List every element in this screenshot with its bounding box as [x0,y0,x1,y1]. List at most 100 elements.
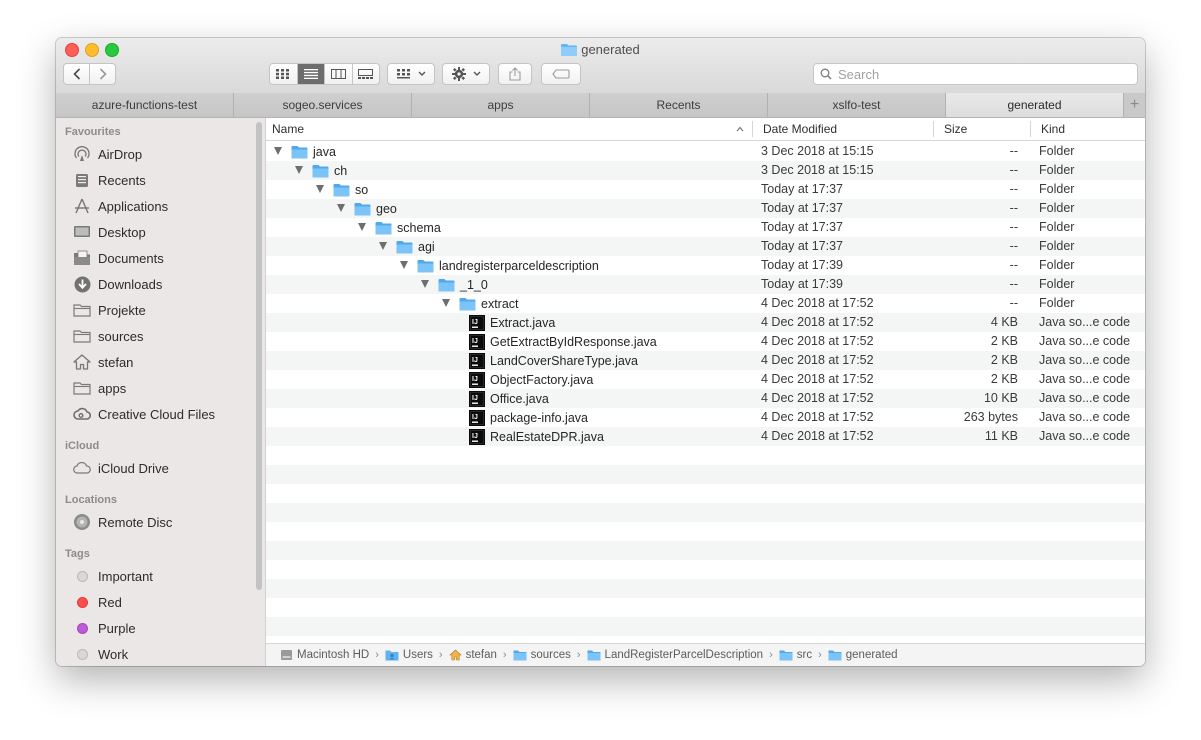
tab-generated[interactable]: generated [946,93,1124,117]
sidebar-tag-red[interactable]: Red [73,592,122,612]
table-row[interactable]: ch 3 Dec 2018 at 15:15 -- Folder [266,161,1145,180]
path-item[interactable]: sources [513,649,571,661]
new-tab-button[interactable]: + [1124,93,1145,117]
forward-button[interactable] [90,64,115,84]
table-row[interactable]: IJ Extract.java 4 Dec 2018 at 17:52 4 KB Jav… [266,313,1145,332]
recents-icon [73,171,91,189]
sidebar-item-label: Remote Disc [98,514,173,530]
sidebar-item-documents[interactable]: Documents [73,248,164,268]
sidebar-item-apps[interactable]: apps [73,378,126,398]
column-divider[interactable] [1030,121,1031,137]
column-view-button[interactable] [325,64,353,84]
disclosure-triangle-icon[interactable] [337,204,345,212]
java-file-icon: IJ [469,333,485,350]
table-row[interactable]: java 3 Dec 2018 at 15:15 -- Folder [266,142,1145,161]
table-row[interactable]: IJ GetExtractByIdResponse.java 4 Dec 2018 … [266,332,1145,351]
list-view-button[interactable] [297,64,325,84]
table-row[interactable]: extract 4 Dec 2018 at 17:52 -- Folder [266,294,1145,313]
sidebar-item-sources[interactable]: sources [73,326,144,346]
column-size[interactable]: Size [944,118,967,140]
date-modified-cell: 4 Dec 2018 at 17:52 [761,429,874,443]
disc-icon [73,513,91,531]
java-file-icon: IJ [469,352,485,369]
path-item[interactable]: LandRegisterParcelDescription [587,649,763,661]
table-row[interactable]: IJ RealEstateDPR.java 4 Dec 2018 at 17:52 1… [266,427,1145,446]
action-button[interactable] [442,63,490,85]
path-item[interactable]: stefan [448,649,497,661]
sidebar-item-applications[interactable]: Applications [73,196,168,216]
table-row[interactable]: so Today at 17:37 -- Folder [266,180,1145,199]
back-button[interactable] [64,64,90,84]
table-row[interactable]: landregisterparceldescription Today at 17… [266,256,1145,275]
disclosure-triangle-icon[interactable] [358,223,366,231]
column-kind[interactable]: Kind [1041,118,1065,140]
file-name-cell: landregisterparceldescription [417,256,599,275]
path-item[interactable]: src [779,649,812,661]
sidebar-tag-work[interactable]: Work [73,644,128,664]
file-name: landregisterparceldescription [439,258,599,273]
column-header: Name Date Modified Size Kind [266,118,1145,141]
disclosure-triangle-icon[interactable] [400,261,408,269]
tab-sogeo-services[interactable]: sogeo.services [234,93,412,117]
disclosure-triangle-icon[interactable] [442,299,450,307]
search-field[interactable]: Search [813,63,1138,85]
share-button[interactable] [498,63,532,85]
table-row[interactable]: _1_0 Today at 17:39 -- Folder [266,275,1145,294]
group-by-button[interactable] [387,63,435,85]
column-divider[interactable] [752,121,753,137]
sidebar-scrollbar[interactable] [256,122,262,590]
table-row[interactable]: schema Today at 17:37 -- Folder [266,218,1145,237]
path-item[interactable]: Users [385,649,433,661]
column-divider[interactable] [933,121,934,137]
table-row[interactable]: geo Today at 17:37 -- Folder [266,199,1145,218]
disclosure-triangle-icon[interactable] [421,280,429,288]
sidebar-item-stefan[interactable]: stefan [73,352,133,372]
path-item[interactable]: Macintosh HD [280,649,369,661]
tab-xslfo-test[interactable]: xslfo-test [768,93,946,117]
sidebar-item-airdrop[interactable]: AirDrop [73,144,142,164]
table-row[interactable]: IJ LandCoverShareType.java 4 Dec 2018 at 1… [266,351,1145,370]
empty-row [266,541,1145,560]
kind-cell: Folder [1039,258,1075,272]
tab-azure-functions-test[interactable]: azure-functions-test [56,93,234,117]
kind-cell: Folder [1039,182,1075,196]
column-date-modified[interactable]: Date Modified [763,118,837,140]
path-item[interactable]: generated [828,649,898,661]
sidebar-item-projekte[interactable]: Projekte [73,300,146,320]
sidebar-item-desktop[interactable]: Desktop [73,222,146,242]
table-row[interactable]: IJ package-info.java 4 Dec 2018 at 17:52 26… [266,408,1145,427]
disclosure-triangle-icon[interactable] [274,147,282,155]
disclosure-triangle-icon[interactable] [316,185,324,193]
table-row[interactable]: agi Today at 17:37 -- Folder [266,237,1145,256]
file-name: _1_0 [460,277,488,292]
icon-view-button[interactable] [270,64,298,84]
table-row[interactable]: IJ Office.java 4 Dec 2018 at 17:52 10 KB Jav… [266,389,1145,408]
kind-cell: Folder [1039,239,1075,253]
empty-row [266,560,1145,579]
edit-tags-button[interactable] [541,63,581,85]
column-name[interactable]: Name [272,118,304,140]
sidebar-item-creative-cloud-files[interactable]: Creative Cloud Files [73,404,215,424]
sidebar-item-label: Creative Cloud Files [98,406,216,422]
kind-cell: Folder [1039,296,1075,310]
disclosure-triangle-icon[interactable] [379,242,387,250]
sidebar-item-label: Applications [98,198,169,214]
empty-row [266,446,1145,465]
gallery-view-button[interactable] [353,64,380,84]
size-cell: 263 bytes [963,410,1018,424]
sidebar-item-icloud-drive[interactable]: iCloud Drive [73,458,169,478]
size-cell: -- [1009,277,1018,291]
sidebar-tag-purple[interactable]: Purple [73,618,136,638]
tab-recents[interactable]: Recents [590,93,768,117]
size-cell: 2 KB [990,372,1018,386]
sidebar-item-recents[interactable]: Recents [73,170,146,190]
tab-apps[interactable]: apps [412,93,590,117]
sidebar-item-downloads[interactable]: Downloads [73,274,162,294]
sidebar-tag-important[interactable]: Important [73,566,153,586]
file-name: Extract.java [490,315,556,330]
sidebar-item-remote-disc[interactable]: Remote Disc [73,512,172,532]
disclosure-triangle-icon[interactable] [295,166,303,174]
table-row[interactable]: IJ ObjectFactory.java 4 Dec 2018 at 17:52 2… [266,370,1145,389]
kind-cell: Java so...e code [1039,429,1131,443]
file-list: Name Date Modified Size Kind java 3 Dec 2… [266,118,1145,643]
